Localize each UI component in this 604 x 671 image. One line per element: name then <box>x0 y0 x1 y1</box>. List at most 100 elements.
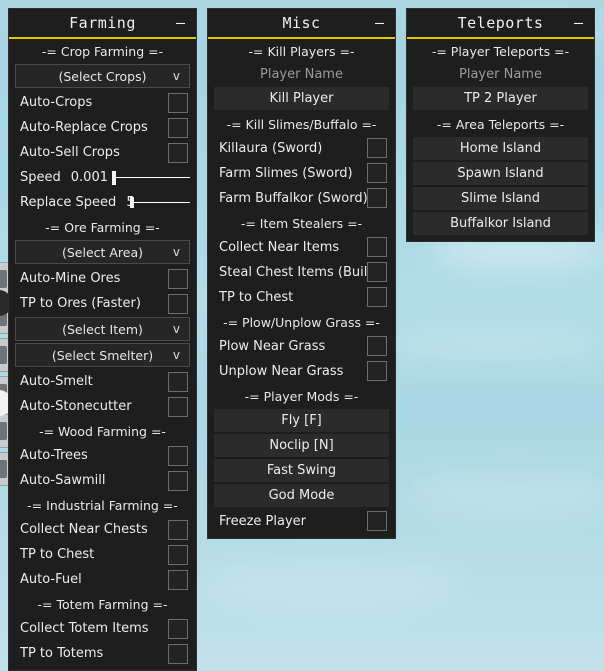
toggle-auto-crops[interactable]: Auto-Crops <box>9 90 196 115</box>
toggle-label: TP to Totems <box>20 646 104 661</box>
checkbox[interactable] <box>168 142 188 163</box>
toggle-tp-to-totems[interactable]: TP to Totems <box>9 641 196 666</box>
dropdown-label: (Select Item) <box>62 321 143 337</box>
window-title: Teleports <box>457 14 544 32</box>
toggle-freeze-player[interactable]: Freeze Player <box>208 509 395 534</box>
checkbox[interactable] <box>367 138 387 158</box>
toggle-auto-mine-ores[interactable]: Auto-Mine Ores <box>9 266 196 291</box>
fast-swing-button[interactable]: Fast Swing <box>214 458 389 482</box>
select-area-dropdown[interactable]: (Select Area) v <box>15 240 190 264</box>
toggle-tp-to-chest[interactable]: TP to Chest <box>208 285 395 310</box>
checkbox[interactable] <box>168 445 188 466</box>
section-area-teleports: -= Area Teleports =- <box>436 116 565 132</box>
toggle-label: Steal Chest Items (Build) <box>219 264 381 280</box>
toggle-label: Auto-Sawmill <box>20 473 106 488</box>
minimize-icon[interactable]: – <box>375 15 384 31</box>
toggle-auto-sawmill[interactable]: Auto-Sawmill <box>9 468 196 493</box>
fly-button[interactable]: Fly [F] <box>214 408 389 432</box>
checkbox[interactable] <box>367 511 387 531</box>
slider-line <box>134 202 190 203</box>
chevron-down-icon: v <box>172 322 180 336</box>
section-industrial-farming: -= Industrial Farming =- <box>27 498 178 513</box>
player-name-input[interactable] <box>214 63 389 86</box>
checkbox[interactable] <box>168 618 188 639</box>
toggle-auto-stonecutter[interactable]: Auto-Stonecutter <box>9 394 196 419</box>
toggle-steal-chest-items-build[interactable]: Steal Chest Items (Build) <box>208 260 395 285</box>
chevron-down-icon: v <box>172 245 180 259</box>
window-misc[interactable]: Misc – -= Kill Players =-Kill Player-= K… <box>207 8 396 539</box>
toggle-auto-trees[interactable]: Auto-Trees <box>9 443 196 468</box>
checkbox[interactable] <box>168 92 188 113</box>
cloud-wisp <box>380 330 604 360</box>
titlebar-misc[interactable]: Misc – <box>208 9 395 39</box>
section-plow-unplow-grass: -= Plow/Unplow Grass =- <box>223 314 380 330</box>
checkbox[interactable] <box>168 643 188 664</box>
toggle-tp-to-chest[interactable]: TP to Chest <box>9 542 196 567</box>
checkbox[interactable] <box>168 268 188 289</box>
slider-track[interactable] <box>130 196 190 210</box>
toggle-auto-fuel[interactable]: Auto-Fuel <box>9 567 196 592</box>
toggle-collect-totem-items[interactable]: Collect Totem Items <box>9 616 196 641</box>
checkbox[interactable] <box>168 569 188 590</box>
slider-label: Speed <box>20 170 61 185</box>
checkbox[interactable] <box>168 470 188 491</box>
window-farming[interactable]: Farming – -= Crop Farming =- (Select Crop… <box>8 8 197 671</box>
select-smelter-dropdown[interactable]: (Select Smelter) v <box>15 343 190 367</box>
cloud-wisp <box>200 560 460 610</box>
toggle-farm-slimes-sword[interactable]: Farm Slimes (Sword) <box>208 161 395 186</box>
checkbox[interactable] <box>367 188 387 208</box>
toggle-label: Freeze Player <box>219 513 306 529</box>
toggle-auto-replace-crops[interactable]: Auto-Replace Crops <box>9 115 196 140</box>
checkbox[interactable] <box>168 519 188 540</box>
toggle-collect-near-items[interactable]: Collect Near Items <box>208 235 395 260</box>
section-ore-farming: -= Ore Farming =- <box>45 220 160 235</box>
checkbox[interactable] <box>367 361 387 381</box>
toggle-label: Auto-Fuel <box>20 572 82 587</box>
slider-speed[interactable]: Speed 0.001 <box>9 165 196 190</box>
titlebar-farming[interactable]: Farming – <box>9 9 196 39</box>
toggle-label: TP to Chest <box>219 289 294 305</box>
god-mode-button[interactable]: God Mode <box>214 483 389 507</box>
toggle-killaura-sword[interactable]: Killaura (Sword) <box>208 136 395 161</box>
toggle-tp-to-ores-faster[interactable]: TP to Ores (Faster) <box>9 291 196 316</box>
checkbox[interactable] <box>168 293 188 314</box>
tp-2-player-button[interactable]: TP 2 Player <box>413 86 588 110</box>
buffalkor-island-button[interactable]: Buffalkor Island <box>413 211 588 235</box>
select-crops-dropdown[interactable]: (Select Crops) v <box>15 64 190 88</box>
section-crop-farming: -= Crop Farming =- <box>41 44 164 59</box>
toggle-label: Farm Buffalkor (Sword) <box>219 190 368 206</box>
slime-island-button[interactable]: Slime Island <box>413 186 588 210</box>
select-item-dropdown[interactable]: (Select Item) v <box>15 317 190 341</box>
section-totem-farming: -= Totem Farming =- <box>37 597 168 612</box>
checkbox[interactable] <box>367 336 387 356</box>
checkbox[interactable] <box>168 396 188 417</box>
player-name-input[interactable] <box>413 63 588 86</box>
toggle-farm-buffalkor-sword[interactable]: Farm Buffalkor (Sword) <box>208 186 395 211</box>
checkbox[interactable] <box>168 544 188 565</box>
checkbox[interactable] <box>367 237 387 257</box>
spawn-island-button[interactable]: Spawn Island <box>413 161 588 185</box>
slider-track[interactable] <box>112 170 190 185</box>
minimize-icon[interactable]: – <box>574 15 583 31</box>
cloud-wisp <box>410 470 604 516</box>
minimize-icon[interactable]: – <box>176 15 185 31</box>
toggle-unplow-near-grass[interactable]: Unplow Near Grass <box>208 359 395 384</box>
dropdown-label: (Select Smelter) <box>51 347 154 363</box>
kill-player-button[interactable]: Kill Player <box>214 86 389 110</box>
toggle-auto-smelt[interactable]: Auto-Smelt <box>9 369 196 394</box>
home-island-button[interactable]: Home Island <box>413 136 588 160</box>
checkbox[interactable] <box>168 117 188 138</box>
checkbox[interactable] <box>367 287 387 307</box>
toggle-auto-sell-crops[interactable]: Auto-Sell Crops <box>9 140 196 165</box>
titlebar-teleports[interactable]: Teleports – <box>407 9 594 39</box>
checkbox[interactable] <box>367 163 387 183</box>
toggle-plow-near-grass[interactable]: Plow Near Grass <box>208 334 395 359</box>
window-teleports[interactable]: Teleports – -= Player Teleports =- TP 2 P… <box>406 8 595 242</box>
toggle-collect-near-chests[interactable]: Collect Near Chests <box>9 517 196 542</box>
checkbox[interactable] <box>168 371 188 392</box>
slider-replace-speed[interactable]: Replace Speed5 <box>9 190 196 215</box>
noclip-button[interactable]: Noclip [N] <box>214 433 389 457</box>
chevron-down-icon: v <box>172 69 180 83</box>
checkbox[interactable] <box>367 262 387 282</box>
slider-label: Replace Speed <box>20 195 117 210</box>
